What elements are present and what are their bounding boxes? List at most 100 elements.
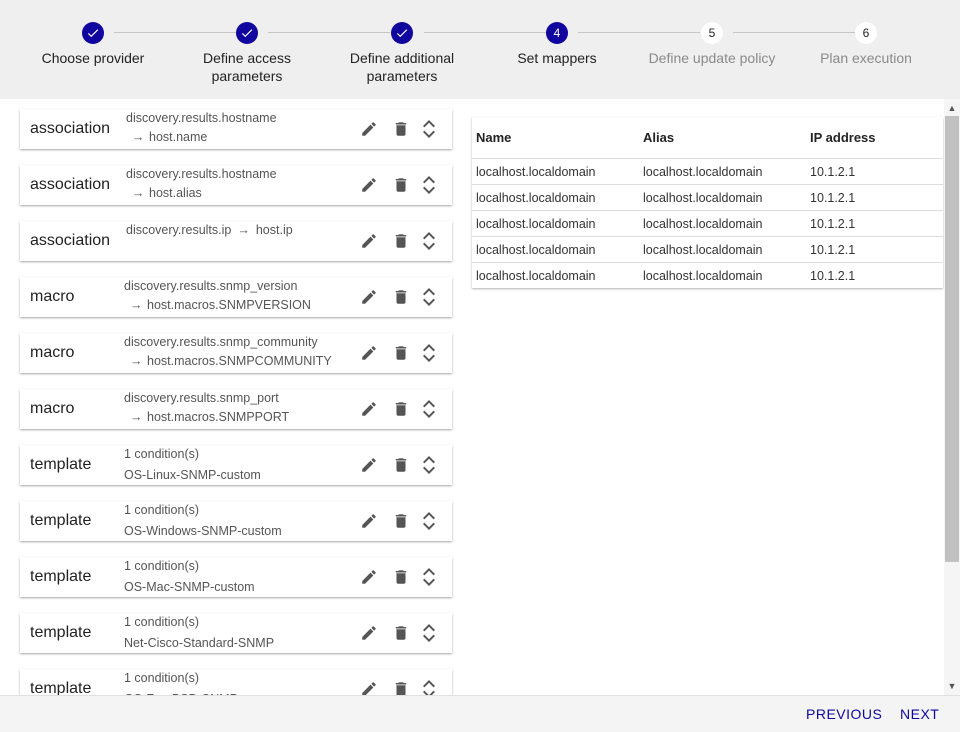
column-header-name: Name [472, 117, 639, 159]
step-5: 5 Define update policy [637, 22, 787, 67]
step-1: Choose provider [18, 22, 168, 67]
arrow-right-icon: → [130, 298, 143, 312]
reorder-icon[interactable] [420, 509, 438, 533]
mapper-type: template [30, 512, 92, 529]
edit-icon[interactable] [360, 288, 378, 306]
cell-name: localhost.localdomain [476, 268, 596, 283]
mapper-source-field: discovery.results.snmp_community [124, 335, 318, 349]
mapper-type: macro [30, 344, 75, 361]
mapper-template-name: OS-Linux-SNMP-custom [124, 468, 261, 482]
mapper-card: association discovery.results.ip → host.ip [20, 221, 452, 261]
cell-ip: 10.1.2.1 [806, 236, 943, 263]
table-row: localhost.localdomain localhost.localdoma… [472, 263, 943, 289]
edit-icon[interactable] [360, 680, 378, 695]
reorder-icon[interactable] [420, 621, 438, 645]
scrollbar-thumb[interactable] [945, 116, 959, 562]
scroll-up-arrow-icon[interactable]: ▲ [947, 103, 957, 113]
check-icon [391, 22, 413, 44]
arrow-right-icon: → [132, 130, 145, 144]
step-number: 5 [701, 22, 723, 44]
arrow-right-icon: → [130, 410, 143, 424]
reorder-icon[interactable] [420, 341, 438, 365]
mapper-template-name: OS-Mac-SNMP-custom [124, 580, 255, 594]
mapper-conditions: 1 condition(s) [124, 559, 200, 573]
cell-name: localhost.localdomain [472, 236, 639, 263]
mapper-card: macro discovery.results.snmp_port → host.ma… [20, 389, 452, 429]
mapper-target: → host.alias [126, 186, 202, 200]
mapper-card: template 1 condition(s) OS-Linux-SNMP-cust… [20, 445, 452, 485]
wizard-footer: PREVIOUS NEXT [0, 695, 960, 732]
arrow-right-icon: → [237, 223, 250, 237]
step-label: Define additional parameters [349, 50, 455, 84]
scroll-down-arrow-icon[interactable]: ▼ [947, 681, 957, 691]
edit-icon[interactable] [360, 568, 378, 586]
edit-icon[interactable] [360, 120, 378, 138]
reorder-icon[interactable] [420, 229, 438, 253]
reorder-icon[interactable] [420, 565, 438, 589]
cell-ip: 10.1.2.1 [806, 210, 943, 237]
reorder-icon[interactable] [420, 453, 438, 477]
step-label: Choose provider [41, 50, 145, 66]
stepper: Choose provider Define access parameters D… [0, 0, 960, 99]
edit-icon[interactable] [360, 176, 378, 194]
delete-icon[interactable] [392, 624, 410, 642]
edit-icon[interactable] [360, 456, 378, 474]
mapper-source-field: discovery.results.ip [126, 223, 232, 237]
delete-icon[interactable] [392, 120, 410, 138]
delete-icon[interactable] [392, 400, 410, 418]
table-row: localhost.localdomain localhost.localdoma… [472, 236, 943, 263]
edit-icon[interactable] [360, 400, 378, 418]
table-row: localhost.localdomain localhost.localdoma… [472, 158, 943, 185]
step-number: 6 [855, 22, 877, 44]
mapper-source-field: discovery.results.snmp_port [124, 391, 279, 405]
table-row: localhost.localdomain localhost.localdoma… [472, 184, 943, 211]
cell-alias: localhost.localdomain [639, 210, 806, 237]
cell-name: localhost.localdomain [472, 184, 639, 211]
delete-icon[interactable] [392, 568, 410, 586]
edit-icon[interactable] [360, 232, 378, 250]
delete-icon[interactable] [392, 344, 410, 362]
reorder-icon[interactable] [420, 285, 438, 309]
arrow-right-icon: → [132, 186, 145, 200]
mapper-card: association discovery.results.hostname → ho… [20, 109, 452, 149]
mapper-type: macro [30, 288, 75, 305]
mapper-card: template 1 condition(s) Net-Cisco-Standard… [20, 613, 452, 653]
mapper-source: discovery.results.ip → host.ip [126, 223, 293, 237]
reorder-icon[interactable] [420, 173, 438, 197]
edit-icon[interactable] [360, 624, 378, 642]
step-4: 4 Set mappers [482, 22, 632, 67]
mapper-type: template [30, 624, 92, 641]
delete-icon[interactable] [392, 176, 410, 194]
delete-icon[interactable] [392, 680, 410, 695]
mapper-card: template 1 condition(s) OS-Windows-SNMP-cu… [20, 501, 452, 541]
step-3: Define additional parameters [327, 22, 477, 85]
reorder-icon[interactable] [420, 677, 438, 695]
previous-button[interactable]: PREVIOUS [806, 706, 882, 722]
mapper-type: association [30, 232, 111, 249]
step-6: 6 Plan execution [791, 22, 941, 67]
step-label: Define access parameters [203, 50, 291, 84]
reorder-icon[interactable] [420, 397, 438, 421]
vertical-scrollbar[interactable]: ▲ ▼ [944, 99, 960, 695]
cell-alias: localhost.localdomain [643, 268, 763, 283]
delete-icon[interactable] [392, 232, 410, 250]
reorder-icon[interactable] [420, 117, 438, 141]
edit-icon[interactable] [360, 344, 378, 362]
edit-icon[interactable] [360, 512, 378, 530]
mapper-card: template1 condition(s)OS-FreeBSD-SNMP [20, 669, 452, 695]
cell-name: localhost.localdomain [472, 158, 639, 185]
preview-table: Name Alias IP address localhost.localdom… [472, 117, 943, 288]
check-icon [236, 22, 258, 44]
cell-alias: localhost.localdomain [639, 184, 806, 211]
next-button[interactable]: NEXT [900, 706, 939, 722]
cell-alias: localhost.localdomain [639, 236, 806, 263]
mapper-target-field: host.macros.SNMPPORT [147, 410, 290, 424]
delete-icon[interactable] [392, 456, 410, 474]
step-label: Plan execution [820, 50, 912, 66]
column-header-alias: Alias [639, 117, 806, 159]
mapper-type: macro [30, 400, 75, 417]
delete-icon[interactable] [392, 512, 410, 530]
mapper-list: association discovery.results.hostname → ho… [0, 99, 470, 695]
mapper-type: association [30, 120, 111, 137]
delete-icon[interactable] [392, 288, 410, 306]
